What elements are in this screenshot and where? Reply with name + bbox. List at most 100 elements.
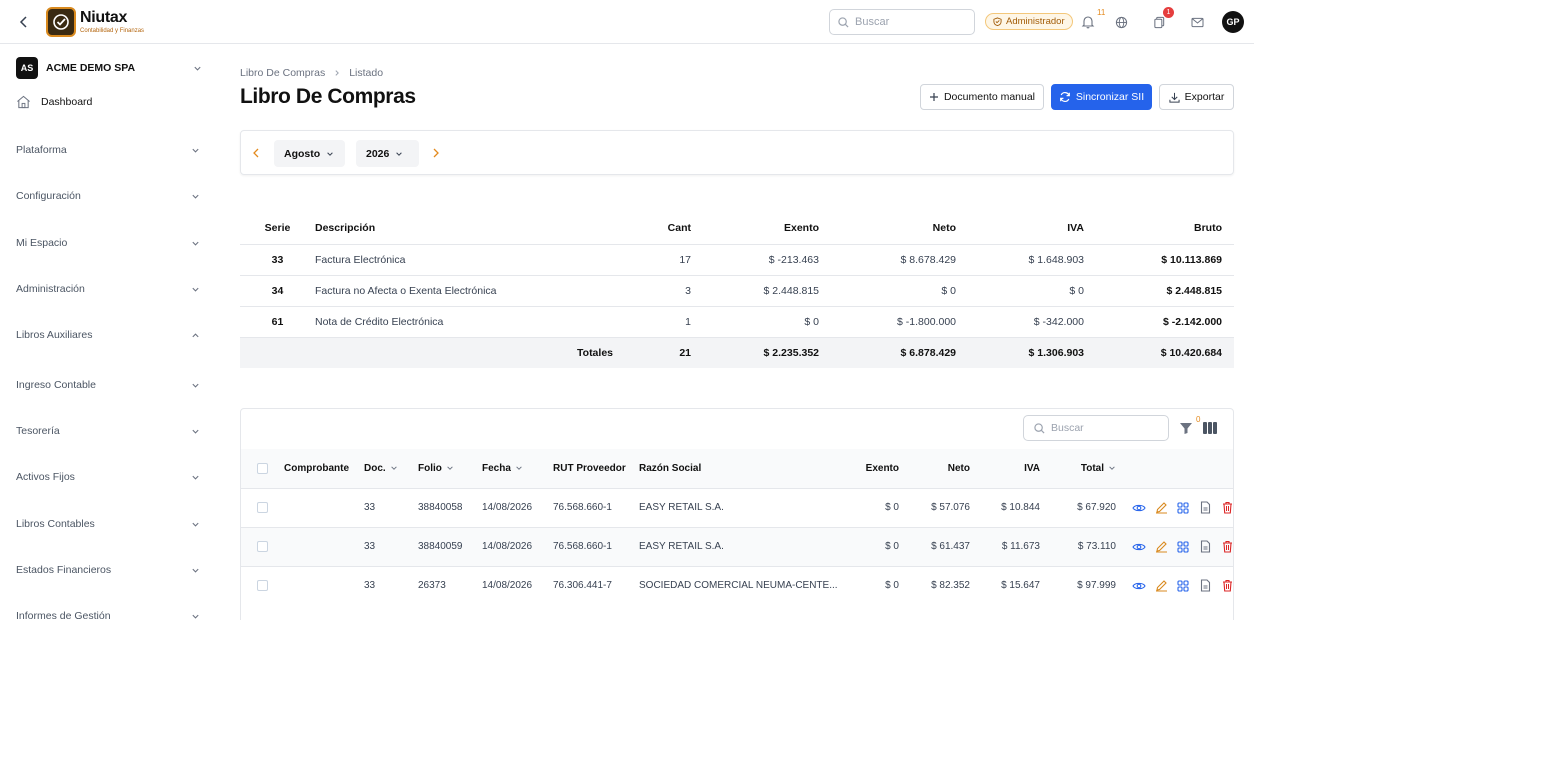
breadcrumb-root[interactable]: Libro De Compras xyxy=(240,67,325,79)
totals-label: Totales xyxy=(315,336,625,368)
global-search-input[interactable]: Buscar xyxy=(829,9,975,35)
cell-razon: SOCIEDAD COMERCIAL NEUMA-CENTE... xyxy=(639,565,839,605)
sidebar-item-label: Administración xyxy=(16,283,85,295)
year-select[interactable]: 2026 xyxy=(356,140,419,167)
table-row[interactable]: 33 38840059 14/08/2026 76.568.660-1 EASY… xyxy=(241,526,1233,566)
sidebar-item-label: Estados Financieros xyxy=(16,564,112,576)
summary-bruto: $ 10.113.869 xyxy=(1084,244,1234,276)
grid-apps-icon[interactable] xyxy=(1176,579,1190,593)
cell-razon: EASY RETAIL S.A. xyxy=(639,487,839,527)
cell-total: $ 97.999 xyxy=(1040,565,1116,605)
app-frame: Niutax Contabilidad y Finanzas Buscar Ad… xyxy=(0,0,1254,620)
table-row[interactable]: 33 26373 14/08/2026 76.306.441-7 SOCIEDA… xyxy=(241,565,1233,605)
tasks-count: 1 xyxy=(1163,7,1174,18)
view-icon[interactable] xyxy=(1132,579,1146,593)
chevron-down-icon xyxy=(192,568,199,573)
header-comprobante[interactable]: Comprobante xyxy=(284,449,364,488)
cell-doc: 33 xyxy=(364,526,418,566)
header-folio[interactable]: Folio xyxy=(418,449,482,488)
summary-neto: $ -1.800.000 xyxy=(819,306,956,338)
global-search-placeholder: Buscar xyxy=(855,16,890,28)
document-icon[interactable] xyxy=(1198,579,1212,593)
chevron-down-icon xyxy=(1109,466,1115,470)
summary-serie: 34 xyxy=(240,275,315,307)
row-checkbox[interactable] xyxy=(257,540,268,552)
header-razon[interactable]: Razón Social xyxy=(639,449,839,488)
edit-icon[interactable] xyxy=(1154,540,1168,554)
header-doc-label: Doc. xyxy=(364,462,386,474)
cell-folio: 38840058 xyxy=(418,487,482,527)
table-search-placeholder: Buscar xyxy=(1051,422,1084,434)
sync-sii-button[interactable]: Sincronizar SII xyxy=(1051,84,1152,110)
document-icon[interactable] xyxy=(1198,501,1212,515)
bell-icon[interactable] xyxy=(1079,13,1097,31)
app-logo[interactable]: Niutax Contabilidad y Finanzas xyxy=(46,7,144,37)
filter-count: 0 xyxy=(1196,415,1201,424)
header-rut[interactable]: RUT Proveedor xyxy=(553,449,639,488)
notifications-count: 11 xyxy=(1097,8,1106,17)
chevron-down-icon xyxy=(192,194,199,199)
sidebar-item-tesoreria[interactable]: Tesorería xyxy=(16,425,200,437)
trash-icon[interactable] xyxy=(1220,540,1233,554)
cell-razon: EASY RETAIL S.A. xyxy=(639,526,839,566)
sidebar-item-libros-auxiliares[interactable]: Libros Auxiliares xyxy=(16,329,200,341)
manual-document-label: Documento manual xyxy=(943,91,1036,103)
header-total[interactable]: Total xyxy=(1040,449,1116,488)
header-fecha[interactable]: Fecha xyxy=(482,449,553,488)
view-icon[interactable] xyxy=(1132,540,1146,554)
back-arrow-icon[interactable] xyxy=(14,12,34,32)
sidebar-item-administracion[interactable]: Administración xyxy=(16,283,200,295)
mail-icon[interactable] xyxy=(1188,13,1206,31)
plus-icon xyxy=(929,93,938,101)
download-icon xyxy=(1169,92,1180,103)
sidebar-item-plataforma[interactable]: Plataforma xyxy=(16,144,200,156)
filter-icon[interactable] xyxy=(1178,420,1194,436)
manual-document-button[interactable]: Documento manual xyxy=(920,84,1044,110)
globe-icon[interactable] xyxy=(1112,13,1130,31)
row-checkbox[interactable] xyxy=(257,501,268,513)
trash-icon[interactable] xyxy=(1220,579,1233,593)
row-checkbox[interactable] xyxy=(257,580,268,592)
sidebar-item-configuracion[interactable]: Configuración xyxy=(16,190,200,202)
company-selector[interactable]: AS ACME DEMO SPA xyxy=(16,57,202,79)
grid-apps-icon[interactable] xyxy=(1176,501,1190,515)
grid-apps-icon[interactable] xyxy=(1176,540,1190,554)
view-icon[interactable] xyxy=(1132,501,1146,515)
role-badge[interactable]: Administrador xyxy=(985,13,1073,30)
table-search-input[interactable]: Buscar xyxy=(1023,415,1169,441)
cell-rut-link[interactable]: 76.306.441-7 xyxy=(553,565,639,605)
sidebar-item-libros-contables[interactable]: Libros Contables xyxy=(16,518,200,530)
trash-icon[interactable] xyxy=(1220,501,1233,515)
header-iva[interactable]: IVA xyxy=(970,449,1040,488)
table-row[interactable]: 33 38840058 14/08/2026 76.568.660-1 EASY… xyxy=(241,487,1233,527)
sidebar-item-label: Configuración xyxy=(16,190,81,202)
export-button[interactable]: Exportar xyxy=(1159,84,1234,110)
sidebar-item-estados-financieros[interactable]: Estados Financieros xyxy=(16,564,200,576)
sidebar-item-mi-espacio[interactable]: Mi Espacio xyxy=(16,237,200,249)
month-select[interactable]: Agosto xyxy=(274,140,345,167)
columns-icon[interactable] xyxy=(1202,421,1218,435)
user-avatar[interactable]: GP xyxy=(1222,11,1244,33)
cell-rut-link[interactable]: 76.568.660-1 xyxy=(553,487,639,527)
summary-neto: $ 8.678.429 xyxy=(819,244,956,276)
cell-doc: 33 xyxy=(364,487,418,527)
cell-exento: $ 0 xyxy=(839,565,899,605)
document-icon[interactable] xyxy=(1198,540,1212,554)
sidebar-item-ingreso-contable[interactable]: Ingreso Contable xyxy=(16,379,200,391)
sidebar-item-activos-fijos[interactable]: Activos Fijos xyxy=(16,471,200,483)
prev-period-icon[interactable] xyxy=(249,146,263,160)
export-label: Exportar xyxy=(1184,91,1225,103)
sidebar-item-informes-gestion[interactable]: Informes de Gestión xyxy=(16,610,200,620)
header-doc[interactable]: Doc. xyxy=(364,449,418,488)
cell-rut-link[interactable]: 76.568.660-1 xyxy=(553,526,639,566)
sidebar-item-dashboard[interactable]: Dashboard xyxy=(16,95,92,109)
edit-icon[interactable] xyxy=(1154,501,1168,515)
documents-table: Comprobante Doc. Folio Fecha RUT Proveed… xyxy=(241,449,1233,605)
chevron-down-icon xyxy=(390,466,397,470)
header-neto[interactable]: Neto xyxy=(899,449,970,488)
totals-exento: $ 2.235.352 xyxy=(691,336,819,368)
select-all-checkbox[interactable] xyxy=(257,462,268,474)
header-exento[interactable]: Exento xyxy=(839,449,899,488)
edit-icon[interactable] xyxy=(1154,579,1168,593)
next-period-icon[interactable] xyxy=(429,146,443,160)
